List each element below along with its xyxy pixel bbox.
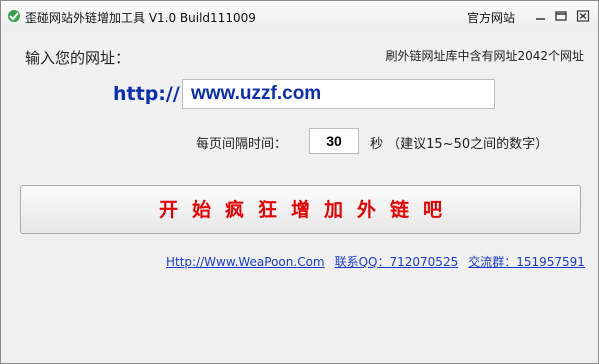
minimize-icon[interactable] [533,9,549,23]
official-site-link[interactable]: 官方网站 [467,9,515,26]
start-button-label: 开始疯狂增加外链吧 [158,199,456,221]
close-icon[interactable] [575,9,591,23]
qq-group-link[interactable]: 交流群：151957591 [468,255,585,269]
footer: Http://Www.WeaPoon.Com 联系QQ：712070525 交流群：… [166,253,585,270]
interval-label: 每页间隔时间： [196,137,288,152]
window-title: 歪碰网站外链增加工具 V1.0 Build111009 [25,11,256,25]
url-label: 输入您的网址： [25,49,131,67]
url-input[interactable] [182,79,495,109]
restore-icon[interactable] [553,9,569,23]
url-library-count: 刷外链网址库中含有网址2042个网址 [385,49,584,63]
app-logo-icon [8,10,20,22]
title-bar[interactable]: 歪碰网站外链增加工具 V1.0 Build111009 官方网站 [1,1,598,31]
website-link[interactable]: Http://Www.WeaPoon.Com [166,255,325,269]
start-button[interactable]: 开始疯狂增加外链吧 [20,185,581,234]
app-window: 歪碰网站外链增加工具 V1.0 Build111009 官方网站 输入您的网址：… [0,0,599,364]
qq-contact-link[interactable]: 联系QQ：712070525 [335,255,459,269]
http-prefix-label: http:// [113,83,180,105]
interval-input[interactable] [309,128,359,154]
interval-hint: 秒 （建议15~50之间的数字） [370,137,549,152]
